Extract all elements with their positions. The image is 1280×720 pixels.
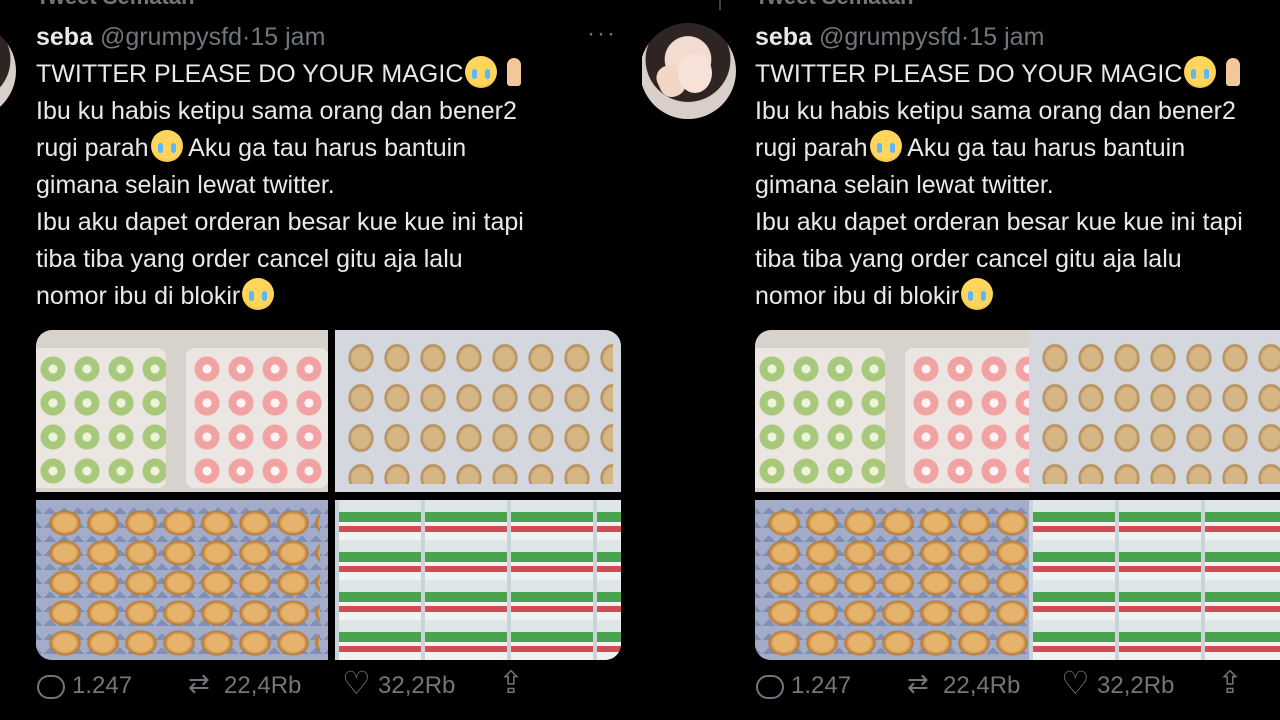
like-button[interactable]: 32,2Rb [1061, 664, 1175, 702]
tweet-panel-right: Tweet Sematan seba @grumpysfd·15 jam TWI… [640, 0, 1280, 720]
retweet-count: 22,4Rb [224, 672, 302, 699]
like-count: 32,2Rb [378, 672, 456, 699]
tweet-line-2: Ibu ku habis ketipu sama orang dan bener… [36, 97, 517, 125]
tweet-line-1: TWITTER PLEASE DO YOUR MAGIC [755, 60, 1183, 88]
crying-face-icon [1184, 56, 1217, 88]
tweet-line-1: TWITTER PLEASE DO YOUR MAGIC [36, 60, 464, 88]
reply-icon [36, 672, 65, 700]
crying-face-icon [961, 278, 994, 310]
crying-face-icon [869, 130, 902, 162]
folded-hands-icon [499, 56, 529, 88]
tweet-line-3: rugi parah [36, 134, 149, 162]
section-header: Tweet Sematan [755, 0, 914, 10]
tweet-meta: seba @grumpysfd·15 jam [755, 20, 1280, 54]
share-icon [496, 665, 524, 701]
tweet-text: TWITTER PLEASE DO YOUR MAGIC Ibu ku habi… [36, 56, 621, 315]
photo-baked-buns[interactable] [335, 330, 621, 492]
tweet-line-7: nomor ibu di blokir [755, 282, 960, 310]
retweet-button[interactable]: 22,4Rb [907, 668, 1021, 700]
photo-baked-buns[interactable] [1029, 330, 1280, 492]
retweet-button[interactable]: 22,4Rb [188, 668, 302, 700]
tweet[interactable]: seba @grumpysfd·15 jam TWITTER PLEASE DO… [755, 20, 1280, 315]
tweet-line-3: rugi parah [755, 134, 868, 162]
reply-icon [755, 672, 784, 700]
photo-tray-cakes[interactable] [755, 330, 1047, 492]
reply-button[interactable]: 1.247 [36, 672, 132, 700]
folded-hands-icon [1218, 56, 1248, 88]
tweet-time[interactable]: 15 jam [250, 23, 325, 51]
share-button[interactable] [496, 665, 524, 701]
tweet-meta: seba @grumpysfd·15 jam [36, 20, 621, 54]
author-name[interactable]: seba [36, 23, 93, 51]
photo-layer-cakes[interactable] [335, 500, 621, 660]
like-button[interactable]: 32,2Rb [342, 664, 456, 702]
panel-divider [638, 0, 642, 720]
tweet-panel-left: Tweet Sematan seba @grumpysfd·15 jam ···… [0, 0, 640, 720]
tweet-line-6: tiba tiba yang order cancel gitu aja lal… [755, 245, 1182, 273]
reply-button[interactable]: 1.247 [755, 672, 851, 700]
media-grid[interactable] [755, 330, 1280, 660]
tweet-line-3b: Aku ga tau harus bantuin [901, 134, 1186, 162]
tweet-time[interactable]: 15 jam [969, 23, 1044, 51]
reply-count: 1.247 [791, 672, 852, 699]
photo-tray-cakes[interactable] [36, 330, 328, 492]
photo-fried-snacks[interactable] [36, 500, 328, 660]
tweet[interactable]: seba @grumpysfd·15 jam ··· TWITTER PLEAS… [36, 20, 621, 315]
tweet-line-4: gimana selain lewat twitter. [36, 171, 335, 199]
share-icon [1215, 665, 1243, 701]
tweet-line-2: Ibu ku habis ketipu sama orang dan bener… [755, 97, 1236, 125]
tweet-line-3b: Aku ga tau harus bantuin [182, 134, 467, 162]
tweet-line-5: Ibu aku dapet orderan besar kue kue ini … [36, 208, 524, 236]
tweet-line-4: gimana selain lewat twitter. [755, 171, 1054, 199]
thread-line [719, 0, 721, 10]
crying-face-icon [465, 56, 498, 88]
reply-count: 1.247 [72, 672, 133, 699]
crying-face-icon [150, 130, 183, 162]
share-button[interactable] [1215, 665, 1243, 701]
heart-icon [342, 664, 371, 702]
more-icon[interactable]: ··· [587, 20, 617, 48]
photo-fried-snacks[interactable] [755, 500, 1047, 660]
avatar[interactable] [0, 23, 16, 119]
author-handle[interactable]: @grumpysfd [819, 23, 961, 51]
retweet-count: 22,4Rb [943, 672, 1021, 699]
like-count: 32,2Rb [1097, 672, 1175, 699]
author-handle[interactable]: @grumpysfd [100, 23, 242, 51]
avatar[interactable] [640, 23, 736, 119]
tweet-text: TWITTER PLEASE DO YOUR MAGIC Ibu ku habi… [755, 56, 1280, 315]
retweet-icon [188, 668, 216, 700]
section-header: Tweet Sematan [36, 0, 195, 10]
heart-icon [1061, 664, 1090, 702]
author-name[interactable]: seba [755, 23, 812, 51]
tweet-line-5: Ibu aku dapet orderan besar kue kue ini … [755, 208, 1243, 236]
retweet-icon [907, 668, 935, 700]
photo-layer-cakes[interactable] [1029, 500, 1280, 660]
crying-face-icon [242, 278, 275, 310]
media-grid[interactable] [36, 330, 621, 660]
tweet-line-7: nomor ibu di blokir [36, 282, 241, 310]
tweet-line-6: tiba tiba yang order cancel gitu aja lal… [36, 245, 463, 273]
